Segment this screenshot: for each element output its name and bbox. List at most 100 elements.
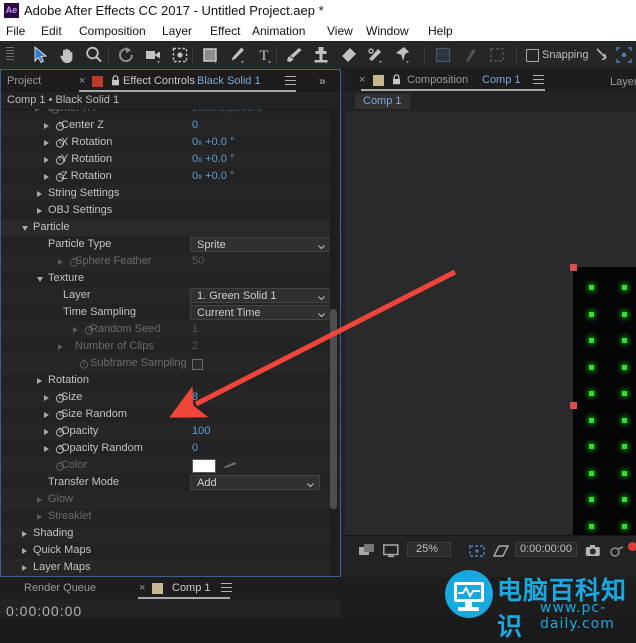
property-row[interactable]: Streaklet [1, 508, 340, 525]
property-row[interactable]: OBJ Settings [1, 202, 340, 219]
pen-tool[interactable] [227, 45, 247, 65]
tab-comp-1-timeline[interactable]: Comp 1 [172, 577, 211, 599]
tab-comp-1[interactable]: Comp 1 [482, 69, 521, 91]
brush-tool[interactable] [284, 45, 304, 65]
twirl-right-icon[interactable] [44, 139, 52, 147]
dropdown-time-sampling[interactable]: Current Time [190, 305, 331, 320]
eraser-tool[interactable] [338, 45, 358, 65]
property-value-size-random[interactable]: 0 [192, 408, 198, 420]
property-row[interactable]: Texture [1, 270, 340, 287]
checkbox-subframe-sampling[interactable] [192, 359, 203, 370]
twirl-right-icon[interactable] [35, 109, 43, 113]
property-value-opacity-random[interactable]: 0 [192, 442, 198, 454]
property-value-number-of-clips[interactable]: 2 [192, 340, 198, 352]
property-row[interactable]: Layer 1. Green Solid 1 [1, 287, 340, 304]
menu-item-view[interactable]: View [327, 24, 353, 38]
composition-canvas[interactable] [570, 264, 636, 545]
close-icon[interactable]: × [79, 70, 85, 92]
zoom-level-field[interactable]: 25% [407, 542, 451, 557]
tab-project[interactable]: Project [7, 70, 41, 92]
menu-item-animation[interactable]: Animation [252, 24, 305, 38]
property-row[interactable]: Random Seed 1 [1, 321, 340, 338]
clone-stamp-tool[interactable] [311, 45, 331, 65]
selection-handle[interactable] [570, 401, 577, 409]
twirl-right-icon[interactable] [37, 496, 45, 504]
transparency-grid-icon[interactable] [492, 544, 510, 561]
property-row[interactable]: Time Sampling Current Time [1, 304, 340, 321]
property-row[interactable]: Color [1, 457, 340, 474]
region-of-interest-icon[interactable] [469, 544, 485, 561]
property-row[interactable]: Layer Maps [1, 559, 340, 576]
twirl-right-icon[interactable] [44, 411, 52, 419]
property-row[interactable]: String Settings [1, 185, 340, 202]
twirl-right-icon[interactable] [22, 530, 30, 538]
selection-handle[interactable] [570, 264, 577, 271]
property-value-random-seed[interactable]: 1 [192, 323, 198, 335]
property-row[interactable]: Size Random 0 [1, 406, 340, 423]
pan-behind-tool[interactable] [170, 45, 190, 65]
twirl-right-icon[interactable] [58, 343, 66, 351]
eyedropper-icon[interactable] [221, 461, 237, 470]
panel-menu-icon[interactable] [533, 75, 544, 84]
property-value-z-rotation[interactable]: 0x +0.0 ° [192, 170, 234, 182]
menu-item-composition[interactable]: Composition [79, 24, 146, 38]
twirl-right-icon[interactable] [37, 377, 45, 385]
property-row[interactable]: Y Rotation 0x +0.0 ° [1, 151, 340, 168]
type-tool[interactable]: T [254, 45, 274, 65]
snapshot-camera-icon[interactable] [585, 544, 601, 561]
rotation-tool[interactable] [116, 45, 136, 65]
property-value-opacity[interactable]: 100 [192, 425, 210, 437]
scrollbar-thumb[interactable] [330, 309, 337, 509]
menu-item-edit[interactable]: Edit [41, 24, 62, 38]
twirl-down-icon[interactable] [22, 224, 30, 232]
property-value-center-z[interactable]: 0 [192, 119, 198, 131]
twirl-right-icon[interactable] [44, 445, 52, 453]
twirl-right-icon[interactable] [44, 173, 52, 181]
roto-brush-tool[interactable] [365, 45, 385, 65]
dropdown-texture-layer[interactable]: 1. Green Solid 1 [190, 288, 331, 303]
menu-item-layer[interactable]: Layer [162, 24, 192, 38]
menu-item-window[interactable]: Window [366, 24, 409, 38]
property-row[interactable]: Particle [1, 219, 340, 236]
property-row[interactable]: Shading [1, 525, 340, 542]
panel-menu-icon[interactable] [221, 583, 232, 592]
effect-controls-scrollbar[interactable] [330, 109, 339, 576]
tab-render-queue[interactable]: Render Queue [24, 577, 96, 599]
property-row[interactable]: Sphere Feather 50 [1, 253, 340, 270]
tab-effect-controls[interactable]: Effect Controls [123, 70, 195, 92]
property-value-size[interactable]: 8 [192, 391, 198, 403]
property-row[interactable]: Quick Maps [1, 542, 340, 559]
twirl-right-icon[interactable] [58, 258, 66, 266]
property-row[interactable]: Particle Type Sprite [1, 236, 340, 253]
menu-item-file[interactable]: File [6, 24, 25, 38]
show-snapshot-icon[interactable] [609, 544, 625, 561]
property-row[interactable]: Opacity Random 0 [1, 440, 340, 457]
twirl-right-icon[interactable] [44, 122, 52, 130]
close-icon[interactable]: × [139, 577, 145, 599]
property-row[interactable]: Number of Clips 2 [1, 338, 340, 355]
timeline-current-time[interactable]: 0:00:00:00 [6, 603, 82, 619]
monitor-icon[interactable] [383, 544, 399, 561]
tab-composition[interactable]: Composition [407, 69, 468, 91]
property-row[interactable]: Center XY 2000.0,2000.0 [1, 109, 340, 117]
property-value-center-xy[interactable]: 2000.0,2000.0 [192, 109, 262, 114]
property-row[interactable]: Rotation [1, 372, 340, 389]
property-row[interactable]: Glow [1, 491, 340, 508]
property-row[interactable]: X Rotation 0x +0.0 ° [1, 134, 340, 151]
current-time-field[interactable]: 0:00:00:00 [515, 542, 577, 557]
property-value-sphere-feather[interactable]: 50 [192, 255, 204, 267]
twirl-right-icon[interactable] [22, 547, 30, 555]
twirl-right-icon[interactable] [22, 564, 30, 572]
property-row[interactable]: Transfer Mode Add [1, 474, 340, 491]
property-row[interactable]: Opacity 100 [1, 423, 340, 440]
twirl-right-icon[interactable] [73, 326, 81, 334]
chevron-double-right-icon[interactable]: » [319, 74, 326, 88]
effect-property-list[interactable]: Center XY 2000.0,2000.0 Center Z 0 X Rotatio… [1, 109, 340, 576]
property-row[interactable]: Center Z 0 [1, 117, 340, 134]
property-value-x-rotation[interactable]: 0x +0.0 ° [192, 136, 234, 148]
zoom-tool[interactable] [84, 45, 104, 65]
lock-icon[interactable] [111, 75, 120, 86]
camera-tool[interactable] [143, 45, 163, 65]
breadcrumb[interactable]: Comp 1 [355, 94, 410, 109]
stopwatch-icon[interactable] [79, 359, 89, 369]
